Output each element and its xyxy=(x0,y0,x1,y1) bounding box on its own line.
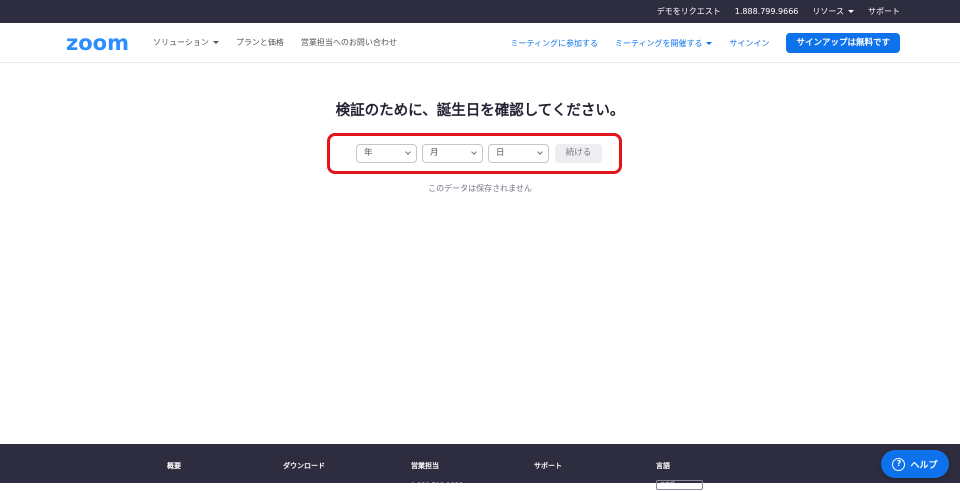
contact-sales-link[interactable]: 営業担当へのお問い合わせ xyxy=(301,37,397,48)
host-meeting-menu[interactable]: ミーティングを開催する xyxy=(615,38,713,49)
help-label: ヘルプ xyxy=(910,460,938,471)
phone-link[interactable]: 1.888.799.9666 xyxy=(735,7,799,16)
footer: 概要 Zoomブログ ダウンロード ミーティングクライアント 営業担当 1.88… xyxy=(0,444,960,491)
host-meeting-label: ミーティングを開催する xyxy=(614,38,703,48)
footer-col-language: 言語 日本語 xyxy=(656,461,703,490)
year-select-value: 年 xyxy=(364,148,373,158)
data-not-saved-notice: このデータは保存されません xyxy=(428,184,532,193)
question-circle-icon: ? xyxy=(892,457,906,471)
footer-heading: 言語 xyxy=(656,462,670,470)
nav-left-links: ソリューション プランと価格 営業担当へのお問い合わせ xyxy=(153,37,397,48)
nav-right-links: ミーティングに参加する ミーティングを開催する サインイン サインアップは無料で… xyxy=(510,33,900,53)
main-navbar: zoom ソリューション プランと価格 営業担当へのお問い合わせ ミーティングに… xyxy=(0,23,960,63)
year-select[interactable]: 年 xyxy=(356,144,417,163)
caret-down-icon xyxy=(212,41,219,44)
sign-in-link[interactable]: サインイン xyxy=(729,38,769,49)
footer-col-support: サポート Zoomをテストする xyxy=(534,461,592,491)
support-link[interactable]: サポート xyxy=(868,6,900,17)
join-meeting-link[interactable]: ミーティングに参加する xyxy=(510,38,598,49)
day-select[interactable]: 日 xyxy=(488,144,549,163)
solutions-label: ソリューション xyxy=(153,38,209,47)
language-select-value: 日本語 xyxy=(660,482,676,488)
footer-col-about: 概要 Zoomブログ xyxy=(167,461,205,491)
plans-link[interactable]: プランと価格 xyxy=(236,37,284,48)
sign-up-button[interactable]: サインアップは無料です xyxy=(786,33,900,53)
top-utility-bar: デモをリクエスト 1.888.799.9666 リソース サポート xyxy=(0,0,960,23)
continue-button[interactable]: 続ける xyxy=(555,144,602,163)
zoom-logo[interactable]: zoom xyxy=(66,32,129,54)
language-select[interactable]: 日本語 xyxy=(656,480,703,490)
footer-heading: サポート xyxy=(534,462,562,470)
footer-col-sales: 営業担当 1.888.799.9666 xyxy=(411,461,463,489)
chevron-down-icon xyxy=(537,149,543,155)
footer-link[interactable]: 1.888.799.9666 xyxy=(411,481,463,489)
footer-heading: ダウンロード xyxy=(283,462,325,470)
page-title: 検証のために、誕生日を確認してください。 xyxy=(335,103,625,119)
day-select-value: 日 xyxy=(496,148,505,158)
month-select-value: 月 xyxy=(430,148,439,158)
request-demo-link[interactable]: デモをリクエスト xyxy=(657,6,721,17)
birthday-form: 年 月 日 続ける xyxy=(356,144,602,163)
help-button[interactable]: ? ヘルプ xyxy=(881,450,949,478)
chevron-down-icon xyxy=(471,149,477,155)
footer-heading: 概要 xyxy=(167,462,181,470)
resources-label: リソース xyxy=(812,7,844,16)
resources-menu[interactable]: リソース xyxy=(812,6,854,17)
month-select[interactable]: 月 xyxy=(422,144,483,163)
footer-heading: 営業担当 xyxy=(411,462,439,470)
caret-down-icon xyxy=(848,10,854,13)
chevron-down-icon xyxy=(405,149,411,155)
solutions-menu[interactable]: ソリューション xyxy=(153,37,219,48)
caret-down-icon xyxy=(706,41,713,45)
footer-col-download: ダウンロード ミーティングクライアント xyxy=(283,461,360,491)
